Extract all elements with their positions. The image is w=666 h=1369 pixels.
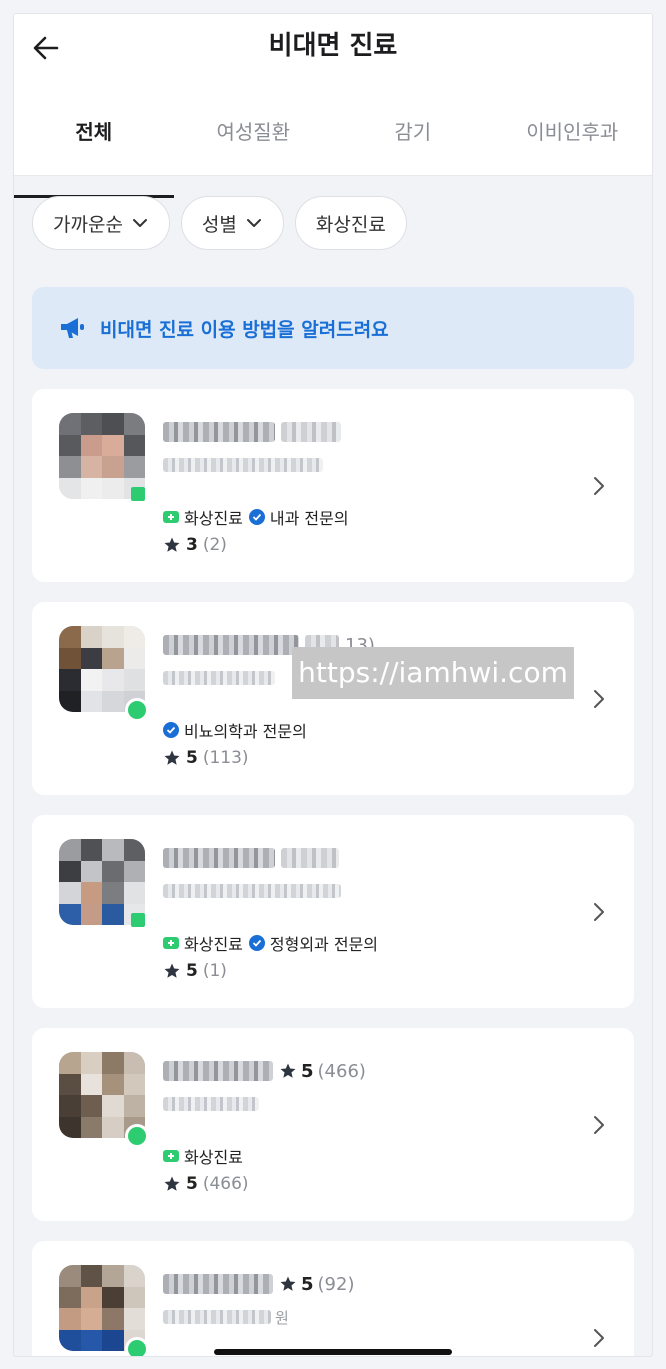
online-status-icon [125, 1337, 149, 1356]
tab-all[interactable]: 전체 [14, 110, 174, 198]
video-tag: 화상진료 [163, 931, 243, 955]
video-call-icon [163, 511, 179, 523]
star-icon [164, 963, 180, 978]
tag-label: 정형외과 전문의 [269, 935, 379, 954]
chevron-right-icon [594, 1329, 604, 1347]
video-tag: 화상진료 [163, 505, 243, 529]
doctor-card[interactable]: 화상진료 정형외과 전문의 5 (1) [32, 815, 634, 1008]
star-icon [164, 537, 180, 552]
tab-ent[interactable]: 이비인후과 [493, 110, 653, 176]
chip-label: 화상진료 [315, 213, 386, 236]
sort-filter-chip[interactable]: 가까운순 [32, 196, 170, 250]
chevron-right-icon [594, 690, 604, 708]
inline-rating: 5 (466) [279, 1061, 366, 1082]
chip-label: 성별 [201, 213, 237, 236]
video-tag: 화상진료 [163, 1144, 243, 1168]
doctor-tags: 화상진료 [163, 1144, 243, 1168]
tag-label: 비뇨의학과 전문의 [184, 722, 307, 741]
doctor-card[interactable]: 화상진료 내과 전문의 3 (2) [32, 389, 634, 582]
tab-womens-disease[interactable]: 여성질환 [174, 110, 334, 176]
tag-label: 화상진료 [184, 509, 243, 528]
online-status-icon [125, 1124, 149, 1148]
rating-value: 5 [186, 1174, 198, 1194]
chip-label: 가까운순 [53, 213, 123, 236]
review-count: (2) [202, 535, 227, 555]
video-status-icon [131, 913, 145, 927]
review-count: (466) [317, 1060, 366, 1082]
doctor-rating: 5 (1) [163, 961, 227, 981]
specialty-tag: 비뇨의학과 전문의 [163, 718, 307, 742]
review-count: (466) [202, 1174, 249, 1194]
verified-badge-icon [248, 509, 265, 525]
tab-divider [14, 175, 652, 176]
inline-rating: 5 (92) [279, 1274, 354, 1295]
watermark-text: https://iamhwi.com [292, 647, 574, 699]
doctor-subinfo-blurred [163, 668, 275, 688]
rating-value: 5 [186, 748, 198, 768]
doctor-rating: 3 (2) [163, 535, 227, 555]
star-icon [164, 1176, 180, 1191]
doctor-subinfo-blurred [163, 881, 341, 901]
online-status-icon [125, 698, 149, 722]
video-call-icon [163, 1150, 179, 1162]
rating-value: 5 [301, 1060, 314, 1082]
app-header: 비대면 진료 전체 여성질환 감기 이비인후과 [14, 14, 653, 198]
verified-badge-icon [163, 722, 179, 738]
specialty-tag: 내과 전문의 [248, 505, 349, 529]
doctor-card[interactable]: 5 (92) 원 [32, 1241, 634, 1356]
video-call-icon [163, 937, 179, 949]
tag-label: 내과 전문의 [269, 509, 349, 528]
star-icon [164, 750, 180, 765]
verified-badge-icon [248, 935, 265, 951]
page-title: 비대면 진료 [268, 31, 398, 61]
doctor-tags: 화상진료 정형외과 전문의 [163, 931, 378, 955]
guide-banner[interactable]: 비대면 진료 이용 방법을 알려드려요 [32, 287, 634, 369]
filter-bar: 가까운순 성별 화상진료 [32, 196, 407, 250]
star-icon [280, 1063, 296, 1078]
chevron-right-icon [594, 1116, 604, 1134]
doctor-subinfo-blurred: 원 [163, 1307, 289, 1327]
rating-value: 5 [186, 961, 198, 981]
banner-text: 비대면 진료 이용 방법을 알려드려요 [100, 318, 389, 341]
doctor-subinfo-blurred [163, 455, 323, 475]
home-indicator [214, 1349, 452, 1355]
doctor-name-blurred [163, 845, 339, 871]
chevron-right-icon [594, 903, 604, 921]
doctor-name-blurred: 5 (92) [163, 1271, 354, 1297]
video-status-icon [131, 487, 145, 501]
chevron-down-icon [246, 219, 261, 227]
video-filter-chip[interactable]: 화상진료 [294, 196, 407, 250]
doctor-name-blurred [163, 419, 341, 445]
review-count: (1) [202, 961, 227, 981]
doctor-subinfo-blurred [163, 1094, 259, 1114]
rating-value: 5 [301, 1273, 314, 1295]
doctor-rating: 5 (113) [163, 748, 249, 768]
review-count: (92) [317, 1273, 355, 1295]
specialty-tag: 정형외과 전문의 [248, 931, 379, 955]
megaphone-icon [61, 318, 84, 338]
doctor-name-blurred: 5 (466) [163, 1058, 366, 1084]
chevron-right-icon [594, 477, 604, 495]
tab-cold[interactable]: 감기 [333, 110, 493, 176]
rating-value: 3 [186, 535, 198, 555]
category-tabs: 전체 여성질환 감기 이비인후과 [14, 110, 653, 198]
doctor-tags: 비뇨의학과 전문의 [163, 718, 307, 742]
gender-filter-chip[interactable]: 성별 [180, 196, 284, 250]
review-count: (113) [202, 748, 249, 768]
tag-label: 화상진료 [184, 935, 243, 954]
price-suffix: 원 [275, 1308, 289, 1327]
doctor-tags: 화상진료 내과 전문의 [163, 505, 349, 529]
chevron-down-icon [132, 219, 147, 227]
doctor-rating: 5 (466) [163, 1174, 249, 1194]
doctor-card[interactable]: 5 (466) 화상진료 5 (466) [32, 1028, 634, 1221]
star-icon [280, 1276, 296, 1291]
tag-label: 화상진료 [184, 1148, 243, 1167]
